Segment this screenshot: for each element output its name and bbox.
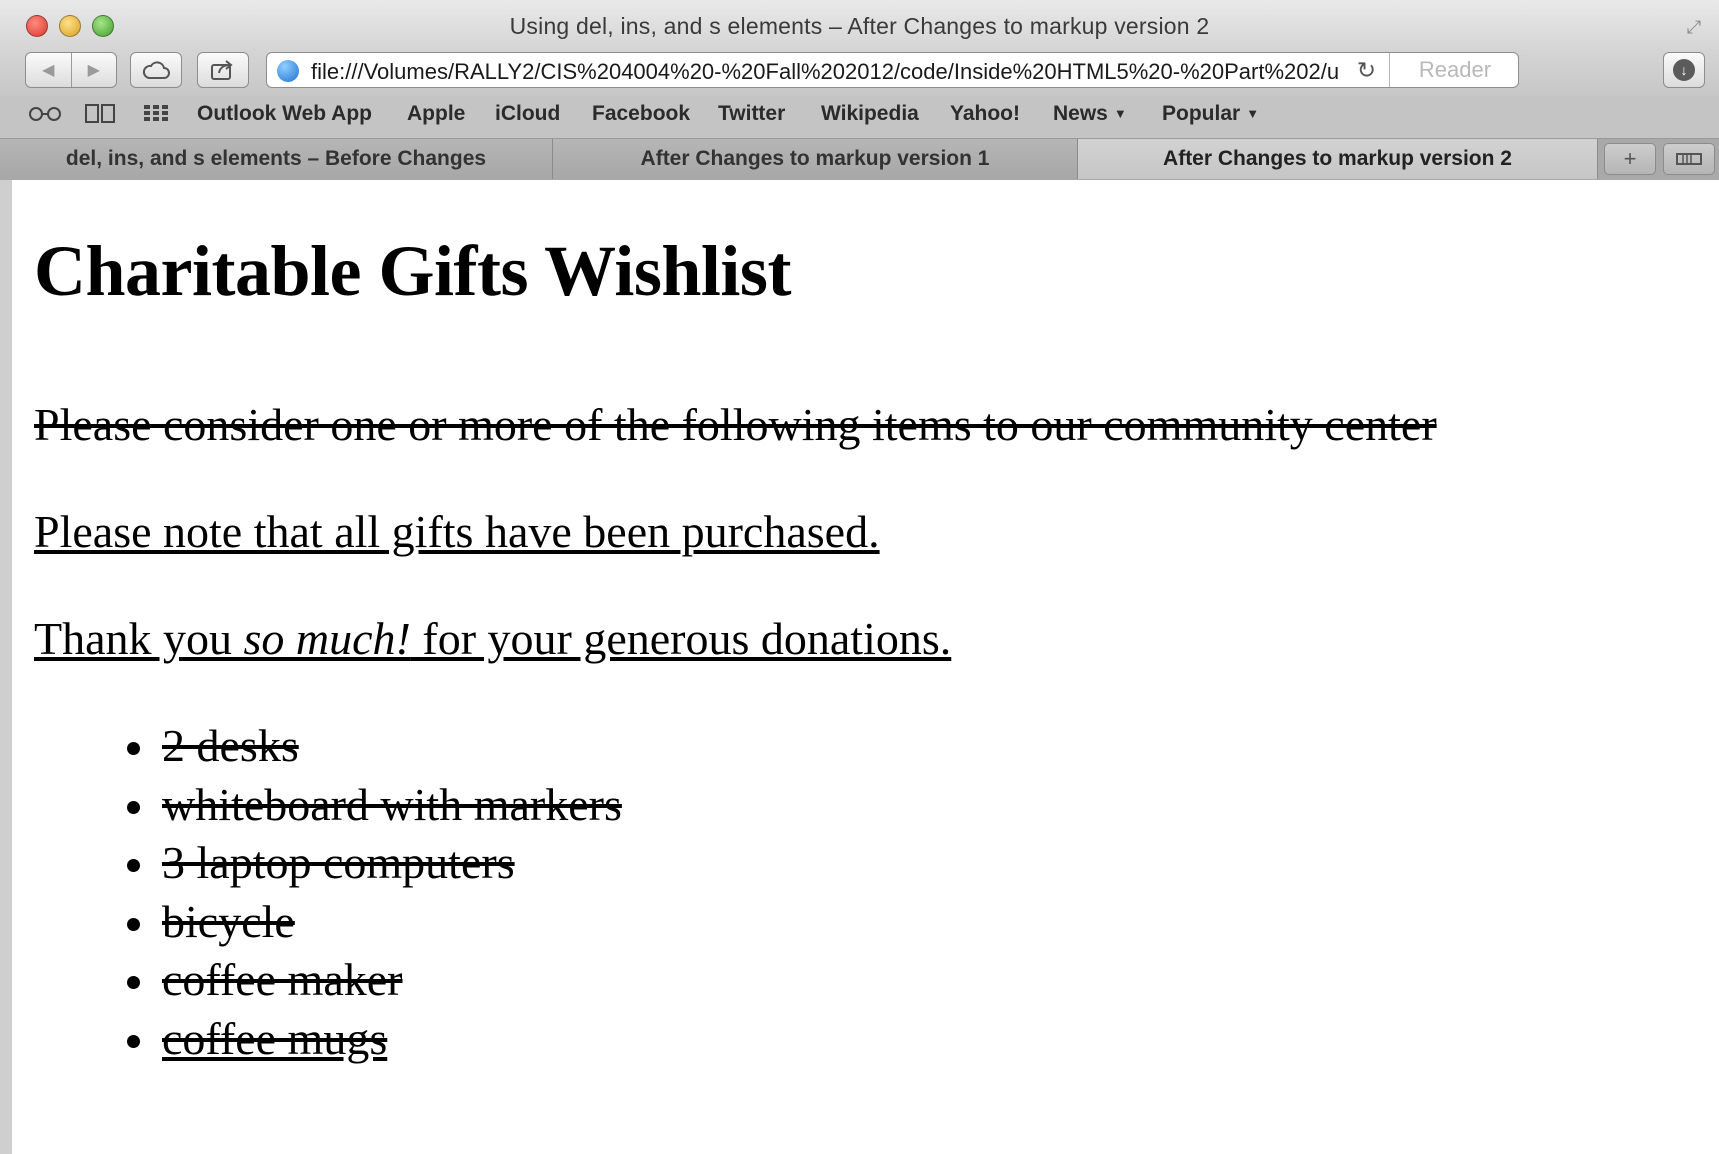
toolbar: ◀ ▶ file:///Volumes/RALLY2/CIS%204004%20…	[0, 52, 1719, 96]
bookmark-wikipedia[interactable]: Wikipedia	[821, 102, 919, 126]
back-forward-buttons: ◀ ▶	[25, 52, 117, 88]
icloud-tabs-button[interactable]	[130, 52, 182, 88]
list-item: whiteboard with markers	[127, 776, 622, 835]
list-item: 3 laptop computers	[127, 834, 622, 893]
list-item: bicycle	[127, 893, 622, 952]
downloads-button[interactable]: ↓	[1663, 52, 1705, 88]
tab-overview-button[interactable]	[1663, 143, 1715, 175]
bookmark-outlook[interactable]: Outlook Web App	[197, 102, 372, 126]
reader-divider	[1389, 53, 1390, 87]
bookmarks-book-icon[interactable]	[84, 102, 116, 130]
bookmark-news-menu[interactable]: News ▼	[1053, 102, 1127, 126]
bookmark-facebook[interactable]: Facebook	[592, 102, 690, 126]
bookmark-apple[interactable]: Apple	[407, 102, 465, 126]
list-item: coffee maker	[127, 951, 622, 1010]
chevron-down-icon: ▼	[1246, 106, 1260, 121]
inserted-text: Please note that all gifts have been pur…	[34, 506, 880, 557]
reading-list-icon[interactable]	[28, 102, 62, 130]
cloud-icon	[142, 61, 170, 79]
window-title: Using del, ins, and s elements – After C…	[509, 13, 1210, 39]
list-item: 2 desks	[127, 717, 622, 776]
back-icon: ◀	[42, 62, 55, 79]
bookmark-twitter[interactable]: Twitter	[718, 102, 785, 126]
share-icon	[211, 60, 233, 80]
inserted-item: coffee mugs	[162, 1013, 387, 1064]
tab-list-icon	[1676, 153, 1702, 165]
download-icon: ↓	[1673, 59, 1695, 81]
title-bar: Using del, ins, and s elements – After C…	[0, 0, 1719, 52]
struck-item: coffee maker	[162, 954, 403, 1005]
inserted-paragraph: Please note that all gifts have been pur…	[34, 505, 880, 558]
list-item: coffee mugs	[127, 1010, 622, 1069]
new-tab-button[interactable]: +	[1604, 143, 1656, 175]
page-title: Charitable Gifts Wishlist	[34, 231, 791, 311]
gift-list: 2 desks whiteboard with markers 3 laptop…	[34, 717, 622, 1068]
struck-item: coffee mugs	[162, 1012, 388, 1064]
deleted-text: Please consider one or more of the follo…	[34, 399, 1437, 450]
forward-button[interactable]: ▶	[70, 53, 117, 87]
address-bar[interactable]: file:///Volumes/RALLY2/CIS%204004%20-%20…	[266, 52, 1519, 88]
tab-version-2[interactable]: After Changes to markup version 2	[1078, 139, 1598, 179]
news-label: News	[1053, 102, 1108, 125]
reload-icon[interactable]: ↻	[1357, 57, 1376, 84]
browser-window: Using del, ins, and s elements – After C…	[0, 0, 1719, 1154]
struck-item: 2 desks	[162, 720, 299, 771]
bookmarks-bar: Outlook Web App Apple iCloud Facebook Tw…	[0, 96, 1719, 138]
deleted-paragraph: Please consider one or more of the follo…	[34, 398, 1437, 451]
thank-you-end: for your generous donations.	[410, 613, 952, 664]
chevron-down-icon: ▼	[1113, 106, 1127, 121]
url-field[interactable]: file:///Volumes/RALLY2/CIS%204004%20-%20…	[311, 59, 1338, 85]
top-sites-grid-icon[interactable]	[142, 102, 170, 130]
share-button[interactable]	[197, 52, 249, 88]
back-button[interactable]: ◀	[26, 53, 71, 87]
thank-you-text: Thank you so much! for your generous don…	[34, 613, 951, 664]
tab-before-changes[interactable]: del, ins, and s elements – Before Change…	[0, 139, 553, 179]
reader-button[interactable]: Reader	[1392, 53, 1518, 87]
thank-you-paragraph: Thank you so much! for your generous don…	[34, 612, 951, 665]
tab-bar: del, ins, and s elements – Before Change…	[0, 138, 1719, 180]
globe-icon	[277, 60, 299, 82]
struck-item: bicycle	[162, 895, 295, 947]
bookmark-icloud[interactable]: iCloud	[495, 102, 560, 126]
page-content: Charitable Gifts Wishlist Please conside…	[12, 180, 1719, 1154]
bookmark-popular-menu[interactable]: Popular ▼	[1162, 102, 1259, 126]
emphasis-text: so much!	[243, 613, 411, 664]
struck-item: 3 laptop computers	[162, 837, 515, 888]
forward-icon: ▶	[87, 62, 100, 79]
popular-label: Popular	[1162, 102, 1241, 125]
bookmark-yahoo[interactable]: Yahoo!	[950, 102, 1020, 126]
thank-you-start: Thank you	[34, 613, 244, 664]
tab-version-1[interactable]: After Changes to markup version 1	[553, 139, 1078, 179]
plus-icon: +	[1623, 146, 1637, 171]
struck-item: whiteboard with markers	[162, 778, 622, 830]
window-left-edge	[0, 180, 12, 1154]
fullscreen-icon[interactable]: ⤢	[1683, 16, 1705, 38]
